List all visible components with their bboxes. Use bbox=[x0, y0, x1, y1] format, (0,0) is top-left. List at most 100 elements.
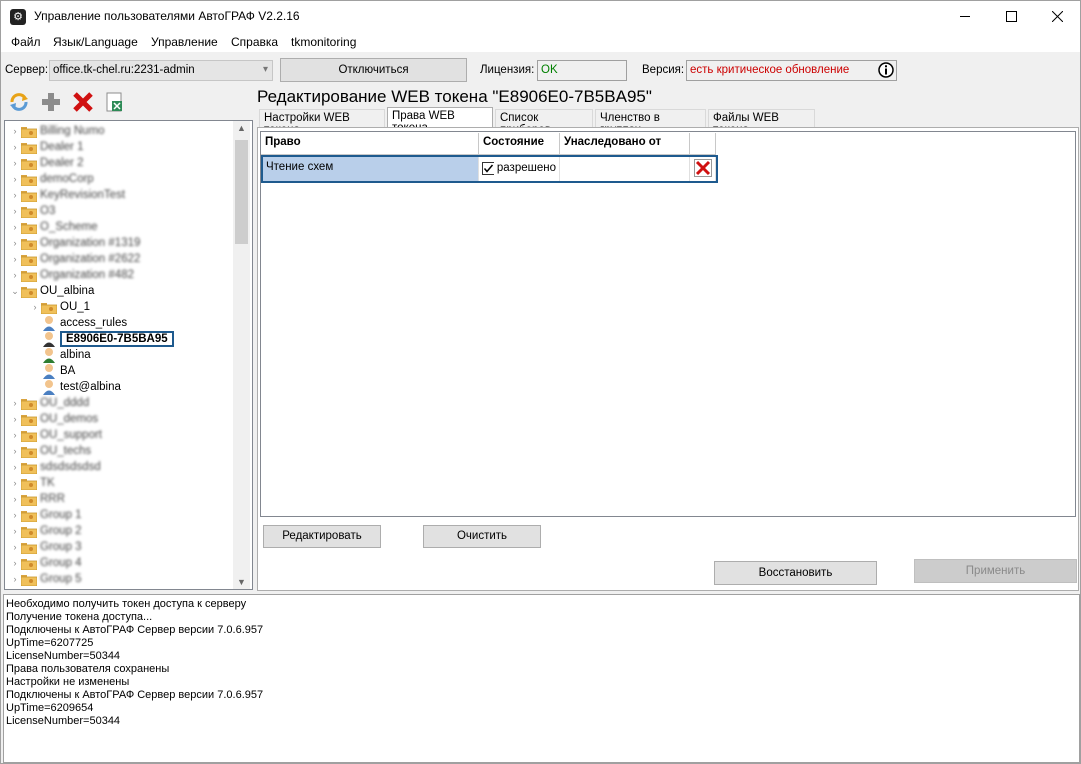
expand-arrow-icon[interactable]: › bbox=[9, 430, 21, 440]
expand-arrow-icon[interactable]: › bbox=[9, 526, 21, 536]
expand-arrow-icon[interactable]: › bbox=[9, 190, 21, 200]
expand-arrow-icon[interactable]: › bbox=[9, 126, 21, 136]
tree-item[interactable]: › O3 bbox=[9, 203, 55, 219]
user-icon bbox=[41, 315, 57, 331]
tree-item[interactable]: › RRR bbox=[9, 491, 65, 507]
menu-language[interactable]: Язык/Language bbox=[53, 35, 138, 49]
tree-item-label: Organization #1319 bbox=[40, 237, 141, 249]
expand-arrow-icon[interactable]: › bbox=[9, 158, 21, 168]
tree-item[interactable]: › Group 4 bbox=[9, 555, 82, 571]
close-button[interactable] bbox=[1034, 1, 1080, 32]
tree-item[interactable]: › Group 5 bbox=[9, 571, 82, 587]
tree-item[interactable]: › Dealer 1 bbox=[9, 139, 83, 155]
tree-item[interactable]: › OU_support bbox=[9, 427, 102, 443]
tab-group-membership[interactable]: Членство в группах bbox=[595, 109, 706, 136]
expand-arrow-icon[interactable]: › bbox=[9, 270, 21, 280]
license-value: OK bbox=[537, 60, 627, 81]
tree-scroll-thumb[interactable] bbox=[235, 140, 248, 244]
tree-item[interactable]: › KeyRevisionTest bbox=[9, 187, 125, 203]
expand-arrow-icon[interactable]: › bbox=[9, 446, 21, 456]
collapse-arrow-icon[interactable]: ⌄ bbox=[9, 286, 21, 297]
tree-item[interactable]: › Billing Numo bbox=[9, 123, 105, 139]
expand-arrow-icon[interactable]: › bbox=[9, 398, 21, 408]
tree-item-label: Organization #2622 bbox=[40, 253, 141, 265]
expand-arrow-icon[interactable]: › bbox=[9, 222, 21, 232]
info-icon[interactable] bbox=[878, 62, 894, 78]
chevron-down-icon: ▾ bbox=[262, 64, 268, 75]
tree-item-label: OU_support bbox=[40, 429, 103, 441]
server-select[interactable]: office.tk-chel.ru:2231-admin ▾ bbox=[49, 60, 273, 81]
menu-file[interactable]: Файл bbox=[11, 35, 41, 49]
tree-item[interactable]: test@albina bbox=[29, 379, 121, 395]
user-icon bbox=[41, 379, 57, 395]
expand-arrow-icon[interactable]: › bbox=[9, 478, 21, 488]
menu-manage[interactable]: Управление bbox=[151, 35, 218, 49]
maximize-button[interactable] bbox=[988, 1, 1034, 32]
column-header-inherited[interactable]: Унаследовано от bbox=[560, 133, 690, 155]
tree-item-selected-token[interactable]: E8906E0-7B5BA95 bbox=[29, 331, 174, 347]
folder-icon bbox=[21, 205, 37, 218]
tree-item[interactable]: › Dealer 2 bbox=[9, 155, 83, 171]
tree-item[interactable]: › O_Scheme bbox=[9, 219, 98, 235]
log-panel: Необходимо получить токен доступа к серв… bbox=[3, 594, 1080, 763]
tree-item[interactable]: › Group 2 bbox=[9, 523, 82, 539]
expand-arrow-icon[interactable]: › bbox=[9, 574, 21, 584]
expand-arrow-icon[interactable]: › bbox=[9, 254, 21, 264]
tree-item[interactable]: BA bbox=[29, 363, 75, 379]
editor-heading: Редактирование WEB токена "E8906E0-7B5BA… bbox=[257, 87, 652, 106]
user-tree[interactable]: › Billing Numo › Dealer 1 › Dealer 2 › demoCorp… bbox=[4, 120, 253, 590]
menu-tkmonitoring[interactable]: tkmonitoring bbox=[291, 35, 356, 49]
tree-item[interactable]: › Group 3 bbox=[9, 539, 82, 555]
add-icon[interactable] bbox=[39, 90, 63, 114]
tree-item[interactable]: › OU_dddd bbox=[9, 395, 89, 411]
tab-token-files[interactable]: Файлы WEB токена bbox=[708, 109, 815, 136]
disconnect-button[interactable]: Отключиться bbox=[280, 58, 467, 82]
expand-arrow-icon[interactable]: › bbox=[9, 542, 21, 552]
tree-item[interactable]: › OU_demos bbox=[9, 411, 98, 427]
tree-item[interactable]: › OU_1 bbox=[29, 299, 90, 315]
tab-token-rights[interactable]: Права WEB токена bbox=[387, 107, 493, 134]
delete-icon[interactable] bbox=[71, 90, 95, 114]
clear-button[interactable]: Очистить bbox=[423, 525, 541, 548]
tree-item[interactable]: › demoCorp bbox=[9, 171, 94, 187]
folder-icon bbox=[21, 493, 37, 506]
tree-item[interactable]: › Group 1 bbox=[9, 507, 82, 523]
edit-button[interactable]: Редактировать bbox=[263, 525, 381, 548]
tree-item-label: RRR bbox=[40, 493, 65, 505]
folder-icon bbox=[21, 461, 37, 474]
expand-arrow-icon[interactable]: › bbox=[9, 174, 21, 184]
column-header-right[interactable]: Право bbox=[261, 133, 479, 155]
tab-device-list[interactable]: Список приборов bbox=[495, 109, 593, 136]
expand-arrow-icon[interactable]: › bbox=[29, 302, 41, 312]
menu-help[interactable]: Справка bbox=[231, 35, 278, 49]
expand-arrow-icon[interactable]: › bbox=[9, 238, 21, 248]
folder-icon bbox=[21, 173, 37, 186]
tree-item[interactable]: › OU_techs bbox=[9, 443, 91, 459]
tree-item[interactable]: › Organization #2622 bbox=[9, 251, 140, 267]
expand-arrow-icon[interactable]: › bbox=[9, 510, 21, 520]
expand-arrow-icon[interactable]: › bbox=[9, 414, 21, 424]
expand-arrow-icon[interactable]: › bbox=[9, 142, 21, 152]
column-header-delete bbox=[690, 133, 716, 155]
tree-item[interactable]: › Organization #1319 bbox=[9, 235, 140, 251]
expand-arrow-icon[interactable]: › bbox=[9, 462, 21, 472]
tab-token-settings[interactable]: Настройки WEB токена bbox=[259, 109, 385, 136]
tree-item-ou-albina[interactable]: ⌄ OU_albina bbox=[9, 283, 94, 299]
tree-item[interactable]: albina bbox=[29, 347, 91, 363]
expand-arrow-icon[interactable]: › bbox=[9, 558, 21, 568]
log-line: Необходимо получить токен доступа к серв… bbox=[6, 598, 247, 610]
export-excel-icon[interactable] bbox=[102, 90, 126, 114]
column-header-state[interactable]: Состояние bbox=[479, 133, 560, 155]
refresh-icon[interactable] bbox=[7, 90, 31, 114]
minimize-button[interactable] bbox=[942, 1, 988, 32]
expand-arrow-icon[interactable]: › bbox=[9, 206, 21, 216]
expand-arrow-icon[interactable]: › bbox=[9, 494, 21, 504]
tree-item[interactable]: › Organization #482 bbox=[9, 267, 134, 283]
tree-item[interactable]: › sdsdsdsdsd bbox=[9, 459, 101, 475]
tree-item[interactable]: › TK bbox=[9, 475, 55, 491]
restore-button[interactable]: Восстановить bbox=[714, 561, 877, 585]
tree-item[interactable]: access_rules bbox=[29, 315, 127, 331]
user-icon bbox=[41, 347, 57, 363]
apply-button[interactable]: Применить bbox=[914, 559, 1077, 583]
user-icon bbox=[41, 331, 57, 347]
